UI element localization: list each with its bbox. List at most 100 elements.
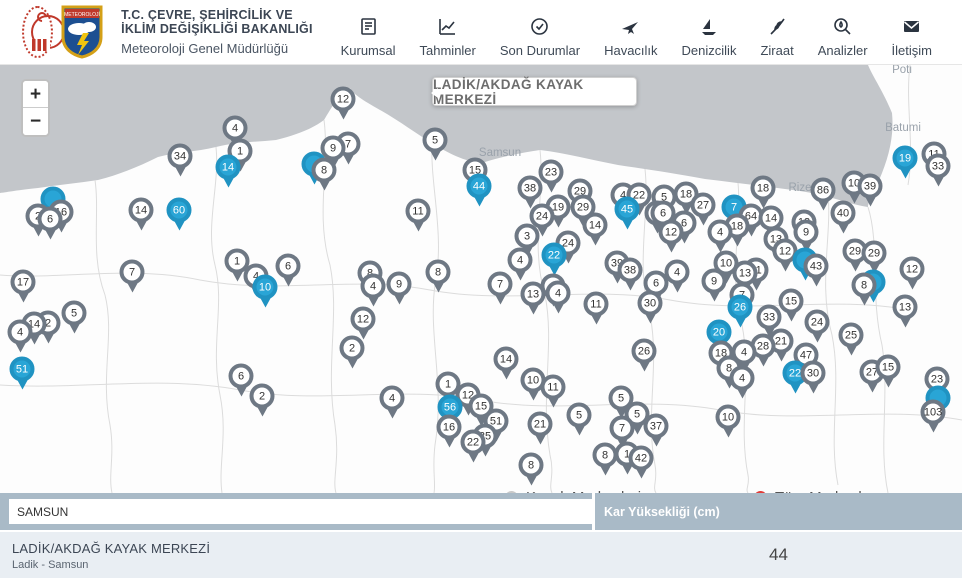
station-marker[interactable]: 6 bbox=[229, 364, 254, 389]
station-marker[interactable]: 86 bbox=[811, 178, 836, 203]
station-marker[interactable]: 4 bbox=[361, 274, 386, 299]
station-marker[interactable]: 4 bbox=[708, 220, 733, 245]
station-marker[interactable]: 4 bbox=[665, 260, 690, 285]
station-marker[interactable]: 25 bbox=[839, 323, 864, 348]
station-marker[interactable]: 14 bbox=[494, 347, 519, 372]
station-marker[interactable]: 39 bbox=[858, 174, 883, 199]
station-marker[interactable]: 14 bbox=[129, 198, 154, 223]
station-marker[interactable]: 17 bbox=[11, 270, 36, 295]
station-marker[interactable]: 16 bbox=[437, 415, 462, 440]
meteorology-logo-icon: METEOROLOJİ bbox=[61, 5, 103, 59]
station-marker[interactable]: 5 bbox=[567, 403, 592, 428]
station-marker[interactable]: 23 bbox=[539, 160, 564, 185]
station-location: Ladik - Samsun bbox=[12, 559, 88, 571]
nav-label: İletişim bbox=[892, 43, 932, 58]
station-marker[interactable]: 9 bbox=[702, 269, 727, 294]
search-input[interactable] bbox=[9, 499, 592, 524]
station-marker[interactable]: 30 bbox=[638, 291, 663, 316]
nav-item-ziraat[interactable]: Ziraat bbox=[748, 6, 805, 58]
station-marker[interactable]: 9 bbox=[794, 220, 819, 245]
station-marker[interactable]: 15 bbox=[876, 355, 901, 380]
station-marker[interactable]: 29 bbox=[862, 241, 887, 266]
nav-item-tahminler[interactable]: Tahminler bbox=[408, 6, 488, 58]
zoom-control: + − bbox=[21, 79, 50, 137]
station-marker[interactable]: 40 bbox=[831, 201, 856, 226]
ski-center-marker[interactable]: 60 bbox=[167, 198, 192, 223]
ski-center-marker[interactable]: 45 bbox=[615, 197, 640, 222]
station-marker[interactable]: 6 bbox=[276, 254, 301, 279]
nav-item-havac-l-k[interactable]: Havacılık bbox=[592, 6, 669, 58]
station-marker[interactable]: 5 bbox=[423, 128, 448, 153]
station-marker[interactable]: 10 bbox=[716, 405, 741, 430]
station-marker[interactable]: 11 bbox=[541, 375, 566, 400]
station-marker[interactable]: 12 bbox=[331, 87, 356, 112]
station-marker[interactable]: 12 bbox=[900, 257, 925, 282]
station-marker[interactable]: 26 bbox=[632, 339, 657, 364]
station-marker[interactable]: 22 bbox=[461, 430, 486, 455]
nav-label: Kurumsal bbox=[341, 43, 396, 58]
station-marker[interactable]: 4 bbox=[546, 281, 571, 306]
map-tooltip: LADİK/AKDAĞ KAYAK MERKEZİ bbox=[432, 77, 637, 106]
station-marker[interactable]: 27 bbox=[691, 193, 716, 218]
result-row[interactable]: LADİK/AKDAĞ KAYAK MERKEZİLadik - Samsun4… bbox=[0, 532, 962, 578]
ski-center-marker[interactable]: 19 bbox=[893, 146, 918, 171]
station-marker[interactable]: 3 bbox=[515, 224, 540, 249]
station-marker[interactable]: 42 bbox=[629, 446, 654, 471]
ski-center-marker[interactable]: 44 bbox=[467, 174, 492, 199]
table-header: Kar Yüksekliği (cm) bbox=[0, 493, 962, 530]
station-marker[interactable]: 8 bbox=[852, 273, 877, 298]
station-marker[interactable]: 37 bbox=[644, 414, 669, 439]
station-marker[interactable]: 12 bbox=[659, 220, 684, 245]
nav-item-kurumsal[interactable]: Kurumsal bbox=[329, 6, 408, 58]
station-marker[interactable]: 38 bbox=[518, 176, 543, 201]
station-marker[interactable]: 14 bbox=[583, 213, 608, 238]
station-marker[interactable]: 4 bbox=[508, 248, 533, 273]
station-marker[interactable]: 13 bbox=[893, 295, 918, 320]
ski-center-marker[interactable]: 51 bbox=[10, 357, 35, 382]
station-marker[interactable]: 4 bbox=[223, 116, 248, 141]
station-marker[interactable]: 8 bbox=[312, 158, 337, 183]
column-divider bbox=[592, 493, 595, 530]
station-marker[interactable]: 34 bbox=[168, 144, 193, 169]
ski-center-marker[interactable]: 14 bbox=[216, 155, 241, 180]
ski-center-marker[interactable]: 22 bbox=[542, 243, 567, 268]
station-marker[interactable]: 8 bbox=[426, 260, 451, 285]
station-marker[interactable]: 5 bbox=[62, 301, 87, 326]
station-marker[interactable]: 11 bbox=[406, 199, 431, 224]
nav-item-i-leti-im[interactable]: İletişim bbox=[880, 6, 944, 58]
station-marker[interactable]: 103 bbox=[921, 400, 946, 425]
station-marker[interactable]: 24 bbox=[805, 310, 830, 335]
station-marker[interactable]: 8 bbox=[519, 453, 544, 478]
station-marker[interactable]: 13 bbox=[733, 261, 758, 286]
station-marker[interactable]: 2 bbox=[250, 384, 275, 409]
station-marker[interactable]: 33 bbox=[926, 154, 951, 179]
station-marker[interactable]: 15 bbox=[779, 289, 804, 314]
station-marker[interactable]: 6 bbox=[38, 207, 63, 232]
nav-item-denizcilik[interactable]: Denizcilik bbox=[670, 6, 749, 58]
station-marker[interactable]: 7 bbox=[120, 260, 145, 285]
ski-center-marker[interactable]: 26 bbox=[728, 295, 753, 320]
station-marker[interactable]: 18 bbox=[751, 176, 776, 201]
zoom-in-button[interactable]: + bbox=[23, 81, 48, 108]
station-marker[interactable]: 21 bbox=[528, 412, 553, 437]
station-marker[interactable]: 30 bbox=[801, 361, 826, 386]
station-marker[interactable]: 4 bbox=[8, 320, 33, 345]
station-marker[interactable]: 11 bbox=[584, 292, 609, 317]
station-marker[interactable]: 7 bbox=[610, 416, 635, 441]
station-marker[interactable]: 2 bbox=[340, 336, 365, 361]
station-marker[interactable]: 9 bbox=[387, 272, 412, 297]
ministry-title: T.C. ÇEVRE, ŞEHİRCİLİK VE İKLİM DEĞİŞİKL… bbox=[121, 8, 328, 36]
station-marker[interactable]: 33 bbox=[757, 305, 782, 330]
snow-depth-map[interactable]: SamsunRizeBatumiPoti 1243411479821661460… bbox=[0, 65, 962, 493]
station-marker[interactable]: 38 bbox=[618, 258, 643, 283]
nav-item-son-durumlar[interactable]: Son Durumlar bbox=[488, 6, 592, 58]
station-marker[interactable]: 4 bbox=[380, 386, 405, 411]
zoom-out-button[interactable]: − bbox=[23, 108, 48, 135]
station-marker[interactable]: 7 bbox=[488, 272, 513, 297]
station-marker[interactable]: 13 bbox=[521, 282, 546, 307]
nav-item-analizler[interactable]: Analizler bbox=[806, 6, 880, 58]
chart-icon bbox=[437, 16, 458, 37]
ski-center-marker[interactable]: 10 bbox=[253, 275, 278, 300]
station-marker[interactable]: 43 bbox=[804, 254, 829, 279]
station-marker[interactable]: 4 bbox=[730, 366, 755, 391]
